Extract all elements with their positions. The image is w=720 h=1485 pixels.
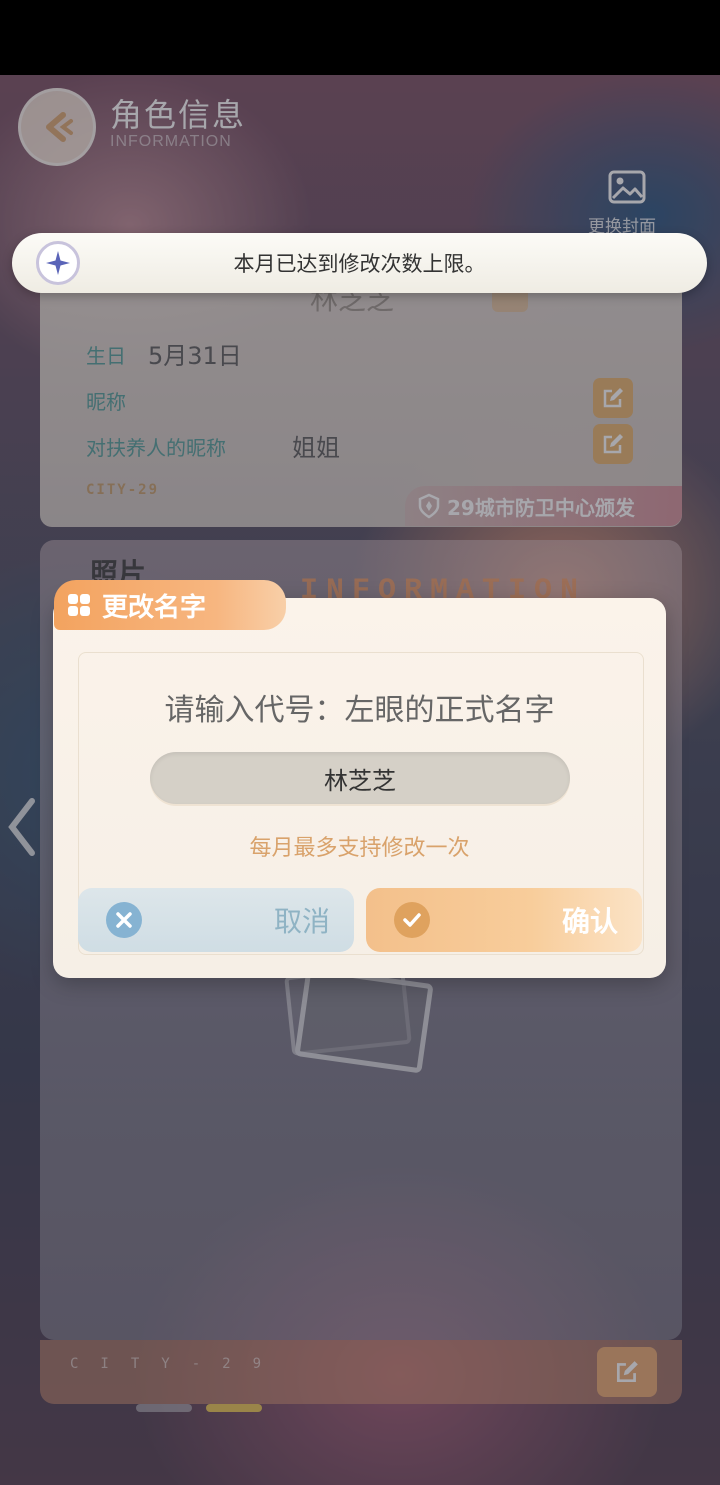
confirm-button[interactable]: 确认 [366, 888, 642, 952]
cancel-label: 取消 [273, 905, 330, 938]
sparkle-icon [36, 241, 80, 285]
dialog-header: 更改名字 [54, 580, 286, 630]
toast-message: 本月已达到修改次数上限。 [233, 252, 486, 276]
name-input[interactable]: 林芝芝 [150, 752, 570, 804]
status-bar [0, 0, 720, 75]
toast: 本月已达到修改次数上限。 [12, 233, 707, 293]
check-icon [394, 902, 430, 938]
confirm-label: 确认 [561, 905, 618, 938]
cancel-button[interactable]: 取消 [78, 888, 354, 952]
dialog-hint: 每月最多支持修改一次 [249, 836, 470, 861]
close-icon [106, 902, 142, 938]
grid-icon [68, 594, 90, 616]
dialog-title: 更改名字 [102, 592, 207, 623]
dialog-prompt: 请输入代号：左眼的正式名字 [164, 693, 555, 728]
